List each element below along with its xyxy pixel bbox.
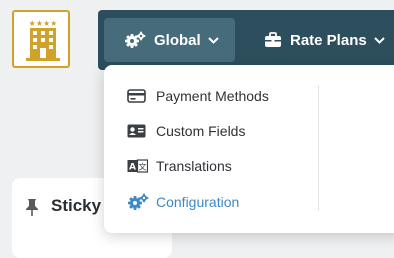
- sticky-card-title: Sticky: [51, 196, 102, 215]
- pin-icon: [25, 198, 39, 221]
- menu-item-label: Translations: [156, 158, 232, 174]
- nav-global-label: Global: [154, 31, 201, 49]
- svg-text:文: 文: [139, 162, 147, 172]
- hotel-icon: ★★★★: [26, 19, 60, 61]
- credit-card-icon: [127, 89, 146, 103]
- hotel-logo[interactable]: ★★★★: [12, 10, 70, 68]
- language-icon: A 文: [127, 159, 148, 173]
- menu-item-label: Payment Methods: [156, 88, 269, 104]
- briefcase-icon: [264, 32, 282, 48]
- nav-global-button[interactable]: Global: [104, 18, 235, 62]
- chevron-down-icon: [373, 36, 385, 44]
- chevron-down-icon: [207, 36, 219, 44]
- menu-item-payment-methods[interactable]: Payment Methods: [104, 81, 304, 111]
- menu-item-custom-fields[interactable]: Custom Fields: [104, 116, 304, 146]
- nav-rate-plans-button[interactable]: Rate Plans: [258, 18, 385, 62]
- logo-stars: ★★★★: [29, 19, 58, 28]
- menu-item-label: Configuration: [156, 194, 240, 210]
- global-dropdown-menu: Payment Methods Custom Fields A 文 Transl…: [104, 65, 394, 233]
- nav-rate-plans-label: Rate Plans: [290, 31, 367, 49]
- svg-text:A: A: [129, 163, 136, 173]
- menu-item-translations[interactable]: A 文 Translations: [104, 151, 304, 181]
- top-navbar: Global Rate Plans: [98, 10, 394, 70]
- menu-item-label: Custom Fields: [156, 123, 246, 139]
- menu-item-configuration[interactable]: Configuration: [104, 187, 304, 217]
- gears-icon: [127, 193, 149, 211]
- menu-divider: [318, 85, 319, 211]
- id-card-icon: [127, 124, 146, 138]
- gears-icon: [124, 31, 146, 49]
